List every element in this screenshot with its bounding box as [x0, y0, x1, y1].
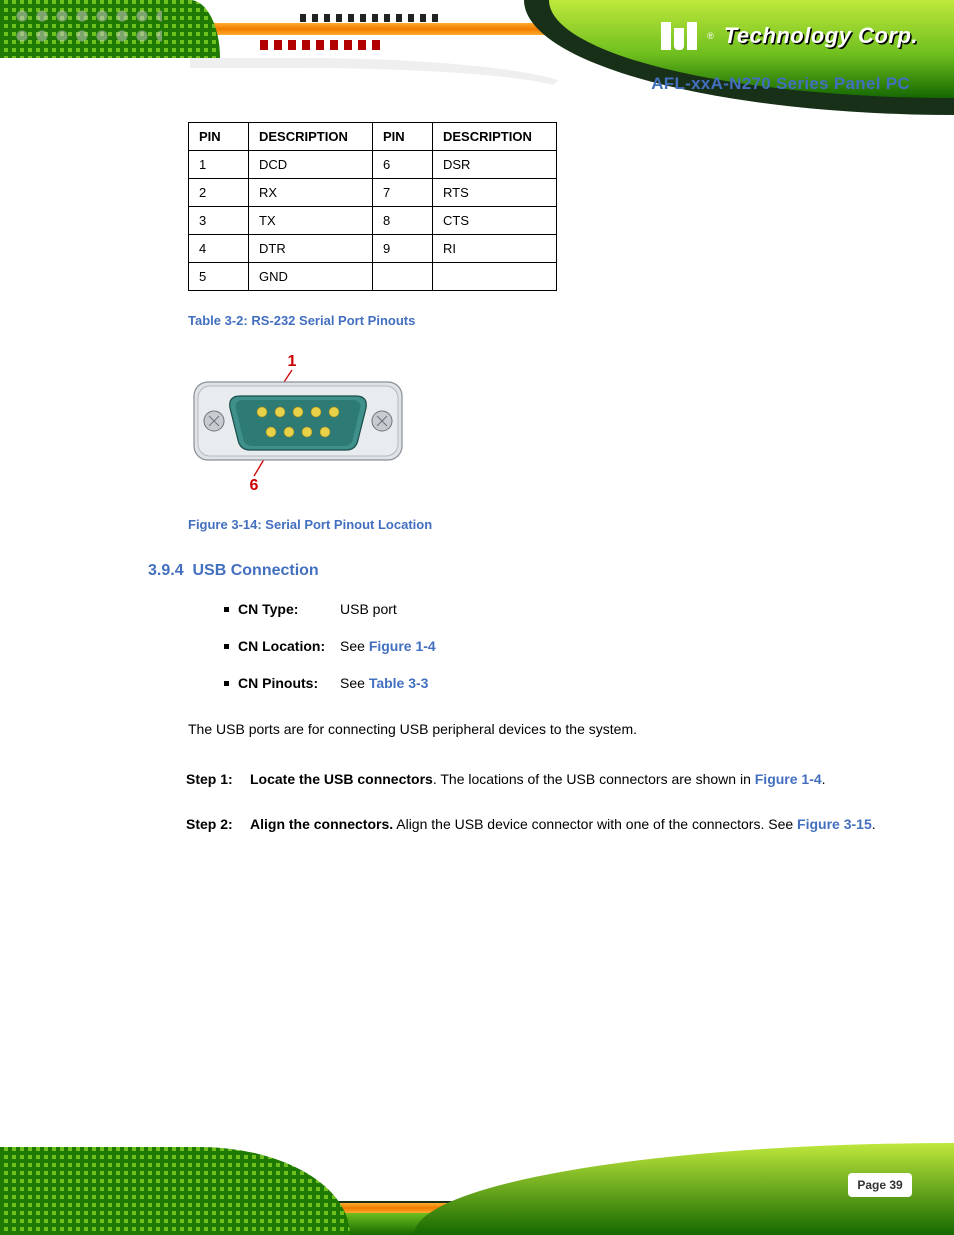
intro-text: The USB ports are for connecting USB per… — [188, 716, 894, 743]
table-row: 3TX8CTS — [189, 207, 557, 235]
desc-a-cell: TX — [249, 207, 373, 235]
header-curve — [190, 58, 580, 94]
cn-location-row: CN Location: See Figure 1-4 — [224, 639, 894, 653]
content-area: PIN DESCRIPTION PIN DESCRIPTION 1DCD6DSR… — [0, 112, 954, 1123]
pin-a-cell: 2 — [189, 179, 249, 207]
footer-pcb-art — [0, 1147, 350, 1235]
section-number: 3.9.4 — [148, 562, 184, 579]
page-number: Page 39 — [848, 1173, 912, 1197]
footer-band: Page 39 — [0, 1105, 954, 1235]
pin-b-cell: 9 — [373, 235, 433, 263]
header-dark-dots — [300, 14, 440, 22]
table-row: 4DTR9RI — [189, 235, 557, 263]
desc-a-cell: DCD — [249, 151, 373, 179]
brand-text: Technology Corp. — [724, 23, 918, 49]
desc-b-cell — [433, 263, 557, 291]
product-name: AFL-xxA-N270 Series Panel PC — [651, 74, 910, 94]
cn-type-row: CN Type: USB port — [224, 602, 894, 616]
desc-b-cell: RTS — [433, 179, 557, 207]
pin-b-cell — [373, 263, 433, 291]
cn-location-value: See Figure 1-4 — [340, 639, 436, 653]
pin-a-cell: 1 — [189, 151, 249, 179]
step-1: Locate the USB connectors. The locations… — [224, 765, 894, 794]
pin-a-cell: 3 — [189, 207, 249, 235]
col-desc-b: DESCRIPTION — [433, 123, 557, 151]
pin-b-cell: 8 — [373, 207, 433, 235]
db9-connector-icon: 1 6 — [188, 354, 408, 494]
cn-type-value: USB port — [340, 602, 397, 616]
pin6-label: 6 — [250, 477, 259, 494]
steps-list: Locate the USB connectors. The locations… — [224, 765, 894, 840]
serial-port-figure: 1 6 — [188, 354, 894, 499]
table-row: 5GND — [189, 263, 557, 291]
registered-mark: ® — [707, 31, 714, 41]
pin-b-cell: 6 — [373, 151, 433, 179]
header-pcb-art — [0, 0, 220, 58]
table-3-3-link[interactable]: Table 3-3 — [369, 675, 429, 691]
col-desc-a: DESCRIPTION — [249, 123, 373, 151]
pin-b-cell: 7 — [373, 179, 433, 207]
table-header-row: PIN DESCRIPTION PIN DESCRIPTION — [189, 123, 557, 151]
table-row: 2RX7RTS — [189, 179, 557, 207]
header-band: ® Technology Corp. AFL-xxA-N270 Series P… — [0, 0, 954, 115]
figure-1-4-link[interactable]: Figure 1-4 — [369, 638, 436, 654]
cn-location-label: CN Location: — [238, 639, 340, 653]
pinout-table: PIN DESCRIPTION PIN DESCRIPTION 1DCD6DSR… — [188, 122, 557, 291]
section-title: USB Connection — [192, 562, 318, 579]
brand-logo: ® Technology Corp. — [661, 22, 918, 50]
header-swoosh — [524, 0, 954, 115]
connector-info: CN Type: USB port CN Location: See Figur… — [224, 602, 894, 690]
cn-pinouts-label: CN Pinouts: — [238, 676, 340, 690]
table-row: 1DCD6DSR — [189, 151, 557, 179]
figure-1-4-link-2[interactable]: Figure 1-4 — [755, 771, 822, 787]
figure-caption: Figure 3-14: Serial Port Pinout Location — [188, 517, 894, 532]
header-red-dots — [260, 40, 380, 50]
pin1-label: 1 — [288, 354, 297, 370]
step-2: Align the connectors. Align the USB devi… — [224, 810, 894, 839]
desc-a-cell: GND — [249, 263, 373, 291]
desc-b-cell: CTS — [433, 207, 557, 235]
table-caption: Table 3-2: RS-232 Serial Port Pinouts — [188, 313, 894, 328]
page-root: ® Technology Corp. AFL-xxA-N270 Series P… — [0, 0, 954, 1235]
desc-a-cell: RX — [249, 179, 373, 207]
iei-logo-icon — [661, 22, 697, 50]
figure-3-15-link[interactable]: Figure 3-15 — [797, 816, 872, 832]
desc-b-cell: RI — [433, 235, 557, 263]
col-pin-b: PIN — [373, 123, 433, 151]
desc-a-cell: DTR — [249, 235, 373, 263]
section-heading: 3.9.4 USB Connection — [148, 562, 894, 580]
col-pin-a: PIN — [189, 123, 249, 151]
cn-type-label: CN Type: — [238, 602, 340, 616]
cn-pinouts-value: See Table 3-3 — [340, 676, 428, 690]
pin-a-cell: 4 — [189, 235, 249, 263]
desc-b-cell: DSR — [433, 151, 557, 179]
cn-pinouts-row: CN Pinouts: See Table 3-3 — [224, 676, 894, 690]
pin-a-cell: 5 — [189, 263, 249, 291]
